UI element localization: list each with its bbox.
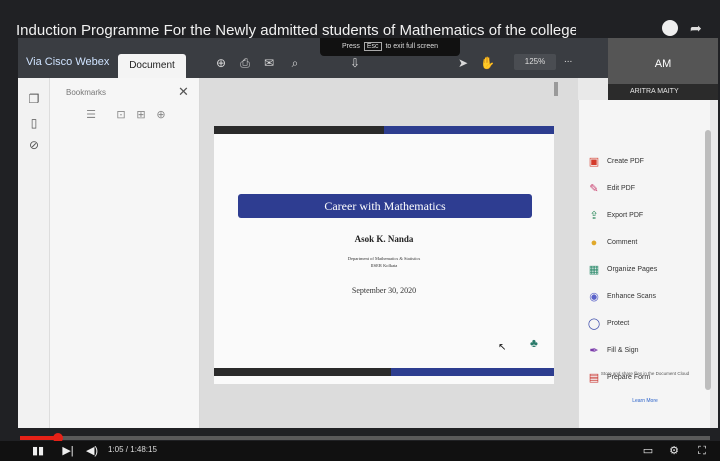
tool-label: Export PDF xyxy=(607,212,644,219)
avatar: AM xyxy=(654,58,672,70)
bookmark-options-icon[interactable]: ☰ xyxy=(84,108,98,122)
participant-name: ARITRA MAITY xyxy=(608,84,718,100)
video-frame: Via Cisco Webex Document Press Esc to ex… xyxy=(0,0,720,461)
slide-author: Asok K. Nanda xyxy=(354,234,414,244)
tool-label: Protect xyxy=(607,320,630,327)
slide-institute: IISER Kolkata xyxy=(370,263,398,268)
delete-bookmark-icon[interactable]: ⊡ xyxy=(114,108,128,122)
tool-icon: ▣ xyxy=(588,156,600,168)
esc-key-badge: Esc xyxy=(363,42,382,51)
tool-icon: ◯ xyxy=(587,318,601,330)
upload-icon[interactable]: ⊕ xyxy=(214,56,228,70)
tool-item[interactable]: ✎ Edit PDF xyxy=(587,181,703,197)
new-bookmark-icon[interactable]: ⊞ xyxy=(134,108,148,122)
document-cloud-note: Store and share files in the Document Cl… xyxy=(600,371,690,376)
next-icon[interactable]: ▶| xyxy=(60,443,76,459)
video-controls: ▮▮ ▶| ◀) 1:05 / 1:48:15 ▭ ⚙ ⛶ xyxy=(0,441,720,461)
slide-title: Career with Mathematics xyxy=(238,194,532,218)
slide-department: Department of Mathematics & Statistics xyxy=(347,256,421,261)
pause-icon[interactable]: ▮▮ xyxy=(30,443,46,459)
tool-label: Fill & Sign xyxy=(607,347,639,354)
tool-label: Edit PDF xyxy=(607,185,636,192)
slide-date: September 30, 2020 xyxy=(351,286,417,295)
tools-panel: ▣ Create PDF ✎ Edit PDF ⇪ Export PDF ● Comment ▦… xyxy=(578,100,711,428)
tool-icon: ● xyxy=(590,237,598,249)
tool-label: Organize Pages xyxy=(607,266,658,273)
search-icon[interactable]: ⌕ xyxy=(288,56,302,70)
tool-icon: ⇪ xyxy=(589,210,599,222)
bookmark-icon[interactable]: ▯ xyxy=(27,116,41,130)
slide-bottom-band xyxy=(214,368,554,376)
video-progress-bar[interactable] xyxy=(20,433,710,443)
volume-icon[interactable]: ◀) xyxy=(84,443,100,459)
participant-video-tile: AM ARITRA MAITY xyxy=(608,38,718,100)
mouse-cursor-icon: ↖ xyxy=(498,342,507,353)
tool-item[interactable]: ✒ Fill & Sign xyxy=(587,343,703,359)
video-title: Induction Programme For the Newly admitt… xyxy=(16,22,576,39)
zoom-select[interactable]: 125% xyxy=(514,54,556,70)
tool-item[interactable]: ◯ Protect xyxy=(587,316,703,332)
mail-icon[interactable]: ✉ xyxy=(262,56,276,70)
bookmarks-panel: Bookmarks ✕ ☰ ⊡ ⊞ ⊕ xyxy=(50,78,200,428)
video-timecode: 1:05 / 1:48:15 xyxy=(108,445,157,454)
tool-item[interactable]: ⇪ Export PDF xyxy=(587,208,703,224)
settings-icon[interactable]: ⚙ xyxy=(666,443,682,459)
pages-icon[interactable]: ❐ xyxy=(27,92,41,106)
watch-later-icon[interactable] xyxy=(662,20,678,36)
webex-label: Via Cisco Webex xyxy=(26,56,110,68)
bookmarks-title: Bookmarks xyxy=(66,88,107,97)
tool-icon: ✒ xyxy=(589,345,599,357)
tools-scrollbar[interactable] xyxy=(705,130,711,390)
tool-label: Enhance Scans xyxy=(607,293,657,300)
tab-document[interactable]: Document xyxy=(118,54,186,78)
tool-item[interactable]: ◉ Enhance Scans xyxy=(587,289,703,305)
fullscreen-tip-prefix: Press xyxy=(341,43,360,50)
pointer-icon[interactable]: ➤ xyxy=(456,56,470,70)
more-options-icon[interactable]: ... xyxy=(564,54,584,70)
tool-item[interactable]: ▣ Create PDF xyxy=(587,154,703,170)
fullscreen-icon[interactable]: ⛶ xyxy=(694,443,710,459)
captions-icon[interactable]: ▭ xyxy=(640,443,656,459)
tool-item[interactable]: ● Comment xyxy=(587,235,703,251)
document-view[interactable]: Career with Mathematics Asok K. Nanda De… xyxy=(200,78,578,428)
expand-bookmark-icon[interactable]: ⊕ xyxy=(154,108,168,122)
fullscreen-tip-suffix: to exit full screen xyxy=(385,43,438,50)
tool-label: Comment xyxy=(607,239,638,246)
institute-logo-icon: ♣ xyxy=(530,336,538,350)
doc-scrollbar[interactable] xyxy=(554,82,558,96)
hand-icon[interactable]: ✋ xyxy=(480,56,495,70)
tool-icon: ▦ xyxy=(588,264,600,276)
share-icon[interactable]: ➦ xyxy=(690,20,706,36)
webex-app-window: Via Cisco Webex Document Press Esc to ex… xyxy=(18,38,718,428)
slide-top-band xyxy=(214,126,554,134)
video-top-actions: ➦ xyxy=(650,20,710,40)
tool-icon: ✎ xyxy=(589,183,599,195)
tool-icon: ◉ xyxy=(589,291,599,303)
tool-label: Create PDF xyxy=(607,158,644,165)
learn-more-link[interactable]: Learn More xyxy=(593,398,697,404)
print-icon[interactable]: ⎙ xyxy=(238,56,252,70)
attachment-icon[interactable]: ⊘ xyxy=(27,138,41,152)
close-icon[interactable]: ✕ xyxy=(178,84,194,100)
left-rail: ❐ ▯ ⊘ xyxy=(18,78,50,428)
tool-item[interactable]: ▦ Organize Pages xyxy=(587,262,703,278)
download-icon[interactable]: ⇩ xyxy=(348,56,362,70)
